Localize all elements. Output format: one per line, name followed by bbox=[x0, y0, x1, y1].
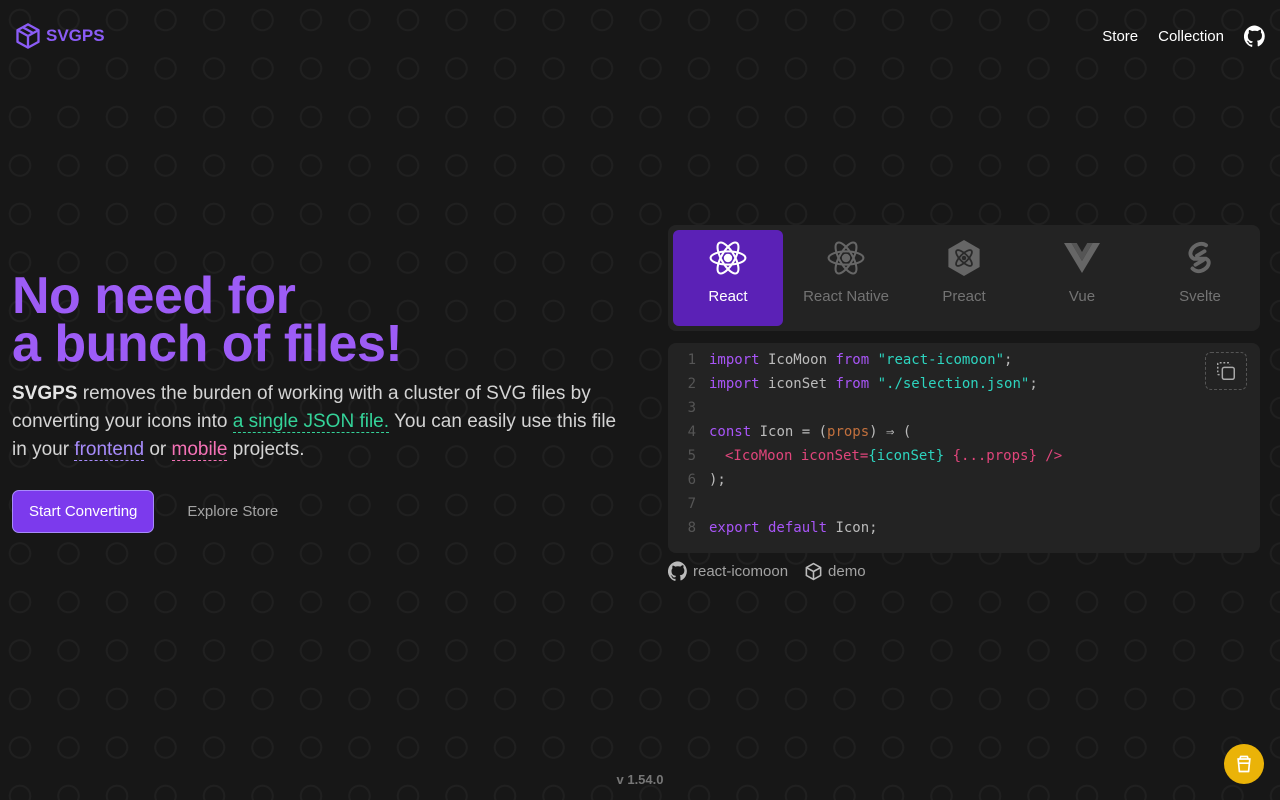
react-native-icon bbox=[827, 241, 865, 275]
tab-react[interactable]: React bbox=[673, 230, 783, 326]
github-icon bbox=[668, 561, 687, 581]
preact-icon bbox=[948, 240, 980, 276]
hero: No need for a bunch of files! SVGPS remov… bbox=[12, 267, 622, 533]
start-converting-button[interactable]: Start Converting bbox=[12, 490, 155, 533]
buy-coffee-button[interactable] bbox=[1224, 744, 1264, 784]
nav-store[interactable]: Store bbox=[1102, 28, 1138, 45]
mobile-link[interactable]: mobile bbox=[171, 439, 228, 461]
hero-title: No need for a bunch of files! bbox=[12, 267, 403, 373]
code-block: 1 import IcoMoon from "react-icomoon"; 2i… bbox=[668, 343, 1260, 553]
repo-link[interactable]: react-icomoon bbox=[668, 561, 788, 581]
logo[interactable]: SVGPS bbox=[14, 21, 105, 51]
vue-icon bbox=[1064, 243, 1100, 273]
explore-store-button[interactable]: Explore Store bbox=[187, 503, 278, 520]
react-icon bbox=[709, 241, 747, 275]
tab-svelte[interactable]: Svelte bbox=[1145, 230, 1255, 326]
nav-collection[interactable]: Collection bbox=[1158, 28, 1224, 45]
hero-description: SVGPS removes the burden of working with… bbox=[12, 383, 617, 461]
demo-link[interactable]: demo bbox=[804, 561, 866, 581]
cup-icon bbox=[1237, 755, 1251, 773]
navbar: SVGPS Store Collection bbox=[0, 0, 1280, 72]
github-icon[interactable] bbox=[1244, 25, 1266, 47]
tab-react-native[interactable]: React Native bbox=[791, 230, 901, 326]
box-icon bbox=[805, 562, 822, 580]
json-link[interactable]: a single JSON file. bbox=[232, 411, 390, 433]
brand-name: SVGPS bbox=[46, 26, 105, 45]
footer-links: react-icomoon demo bbox=[668, 561, 866, 581]
package-icon bbox=[16, 23, 40, 49]
tab-preact[interactable]: Preact bbox=[909, 230, 1019, 326]
copy-button[interactable] bbox=[1205, 352, 1247, 390]
copy-icon bbox=[1217, 362, 1235, 380]
svelte-icon bbox=[1188, 241, 1211, 274]
frontend-link[interactable]: frontend bbox=[74, 439, 145, 461]
framework-tabs: React React Native Preact Vue Svelte bbox=[668, 225, 1260, 331]
tab-vue[interactable]: Vue bbox=[1027, 230, 1137, 326]
version-label: v 1.54.0 bbox=[616, 772, 664, 787]
